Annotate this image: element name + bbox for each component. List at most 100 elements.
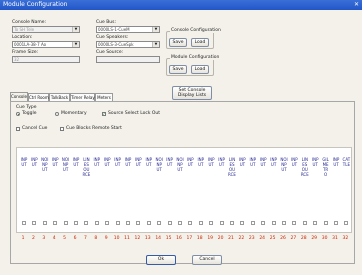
- cue-speakers-field[interactable]: 0000LS-3-CueSpk ▼: [96, 41, 160, 48]
- console-load-button[interactable]: Load: [191, 38, 209, 47]
- cue-type-momentary-radio[interactable]: [55, 112, 59, 116]
- chevron-down-icon[interactable]: ▼: [152, 27, 159, 32]
- channel-cue-checkbox[interactable]: [302, 221, 307, 225]
- channel-cue-checkbox[interactable]: [136, 221, 141, 225]
- cue-blocks-remote-start-checkbox[interactable]: [60, 127, 64, 131]
- location-field[interactable]: 0001LA-38-7 Ao ▼: [12, 41, 80, 48]
- channel-number: 30: [321, 236, 328, 241]
- channel-cue-checkbox[interactable]: [115, 221, 120, 225]
- tab-timer-relays[interactable]: Timer Relays: [70, 93, 97, 101]
- channel-cue-checkbox[interactable]: [261, 221, 266, 225]
- channel-cue-checkbox[interactable]: [334, 221, 338, 225]
- channel-cue-checkbox[interactable]: [313, 221, 318, 225]
- ok-button[interactable]: Ok: [146, 255, 176, 265]
- channel-strip[interactable]: INPUT: [332, 148, 340, 234]
- channel-cue-checkbox[interactable]: [198, 221, 203, 225]
- channel-strip[interactable]: CATTLE: [342, 148, 350, 234]
- channel-cue-checkbox[interactable]: [167, 221, 172, 225]
- channel-number: 29: [311, 236, 318, 241]
- channel-strip[interactable]: NOINPUT: [176, 148, 184, 234]
- channel-cue-checkbox[interactable]: [344, 221, 349, 225]
- module-save-button[interactable]: Save: [169, 65, 187, 74]
- channel-cue-checkbox[interactable]: [105, 221, 110, 225]
- channel-strip[interactable]: LINESOURCE: [82, 148, 90, 234]
- cue-blocks-remote-start-label: Cue Blocks Remote Start: [66, 126, 122, 131]
- channel-cue-checkbox[interactable]: [22, 221, 26, 225]
- close-icon[interactable]: ✕: [354, 0, 360, 10]
- cancel-cue-checkbox[interactable]: [16, 127, 20, 131]
- channel-cue-checkbox[interactable]: [282, 221, 286, 225]
- channel-number: 9: [104, 236, 108, 241]
- chevron-down-icon[interactable]: ▼: [152, 42, 159, 47]
- channel-strip[interactable]: INPUT: [238, 148, 246, 234]
- channel-cue-checkbox[interactable]: [63, 221, 68, 225]
- channel-strip[interactable]: NOINPUT: [280, 148, 288, 234]
- channel-cue-checkbox[interactable]: [74, 221, 78, 225]
- chevron-down-icon[interactable]: ▼: [72, 27, 79, 32]
- channel-cue-checkbox[interactable]: [157, 221, 162, 225]
- channel-strip[interactable]: INPUT: [114, 148, 122, 234]
- channel-cue-checkbox[interactable]: [230, 221, 234, 225]
- channel-cue-checkbox[interactable]: [84, 221, 89, 225]
- channel-strip[interactable]: INPUT: [145, 148, 153, 234]
- channel-strip[interactable]: INPUT: [290, 148, 298, 234]
- tab-meters[interactable]: Meters: [95, 93, 113, 101]
- channel-strip[interactable]: INPUT: [218, 148, 226, 234]
- cue-bus-value: 0000LS-1-CueM: [98, 27, 130, 32]
- cue-source-field[interactable]: [96, 56, 160, 63]
- channel-strip[interactable]: INPUT: [93, 148, 101, 234]
- channel-cue-checkbox[interactable]: [178, 221, 182, 225]
- channel-cue-checkbox[interactable]: [188, 221, 193, 225]
- cue-bus-field[interactable]: 0000LS-1-CueM ▼: [96, 26, 160, 33]
- channel-strip[interactable]: INPUT: [51, 148, 59, 234]
- channel-strip[interactable]: LINESOURCE: [228, 148, 236, 234]
- channel-strip[interactable]: INPUT: [197, 148, 205, 234]
- channel-strip[interactable]: INPUT: [30, 148, 38, 234]
- console-save-button[interactable]: Save: [169, 38, 187, 47]
- channel-strip[interactable]: INPUT: [186, 148, 194, 234]
- channel-cue-checkbox[interactable]: [292, 221, 297, 225]
- channel-strip[interactable]: INPUT: [259, 148, 267, 234]
- channel-cue-checkbox[interactable]: [94, 221, 99, 225]
- tab-talkback[interactable]: TalkBack: [49, 93, 70, 101]
- channel-cue-checkbox[interactable]: [146, 221, 151, 225]
- channel-cue-checkbox[interactable]: [126, 221, 130, 225]
- channel-strip[interactable]: INPUT: [311, 148, 319, 234]
- channel-cue-checkbox[interactable]: [32, 221, 37, 225]
- cue-type-toggle-radio[interactable]: [16, 112, 20, 116]
- set-console-display-lists-button[interactable]: Set Console Display Lists: [172, 86, 212, 100]
- cancel-button[interactable]: Cancel: [192, 255, 222, 265]
- channel-strip[interactable]: NOINPUT: [41, 148, 49, 234]
- tab-ctrl-room[interactable]: Ctrl Room: [28, 93, 49, 101]
- source-select-lock-out-checkbox[interactable]: [102, 111, 106, 116]
- channel-cue-checkbox[interactable]: [219, 221, 224, 225]
- channel-strip[interactable]: INPUT: [166, 148, 174, 234]
- channel-strip[interactable]: INPUT: [20, 148, 28, 234]
- channel-cue-checkbox[interactable]: [53, 221, 58, 225]
- channel-strip[interactable]: NOINPUT: [155, 148, 163, 234]
- channel-strip[interactable]: INPUT: [249, 148, 257, 234]
- channel-cue-checkbox[interactable]: [209, 221, 214, 225]
- cancel-cue-label: Cancel Cue: [22, 126, 48, 131]
- channel-cue-checkbox[interactable]: [271, 221, 276, 225]
- channel-strip[interactable]: INPUT: [207, 148, 215, 234]
- channel-strip[interactable]: INPUT: [270, 148, 278, 234]
- channel-cue-checkbox[interactable]: [323, 221, 328, 225]
- channel-strip[interactable]: INPUT: [134, 148, 142, 234]
- chevron-down-icon[interactable]: ▼: [72, 42, 79, 47]
- channel-strip[interactable]: INPUT: [103, 148, 111, 234]
- title-bar: Module Configuration ✕: [0, 0, 362, 10]
- console-name-field[interactable]: To SH Tele ▼: [12, 26, 80, 33]
- frame-size-field[interactable]: 32: [12, 56, 80, 63]
- channel-cue-checkbox[interactable]: [42, 221, 47, 225]
- channel-strip[interactable]: LINESOURCE: [301, 148, 309, 234]
- channel-strip[interactable]: INPUT: [124, 148, 132, 234]
- module-load-button[interactable]: Load: [191, 65, 209, 74]
- channel-strip[interactable]: GILMETRO: [322, 148, 330, 234]
- channel-cue-checkbox[interactable]: [250, 221, 255, 225]
- channel-strip[interactable]: INPUT: [72, 148, 80, 234]
- tab-console[interactable]: Console: [10, 92, 28, 101]
- channel-number: 32: [342, 236, 349, 241]
- channel-strip[interactable]: NOINPUT: [62, 148, 70, 234]
- channel-cue-checkbox[interactable]: [240, 221, 245, 225]
